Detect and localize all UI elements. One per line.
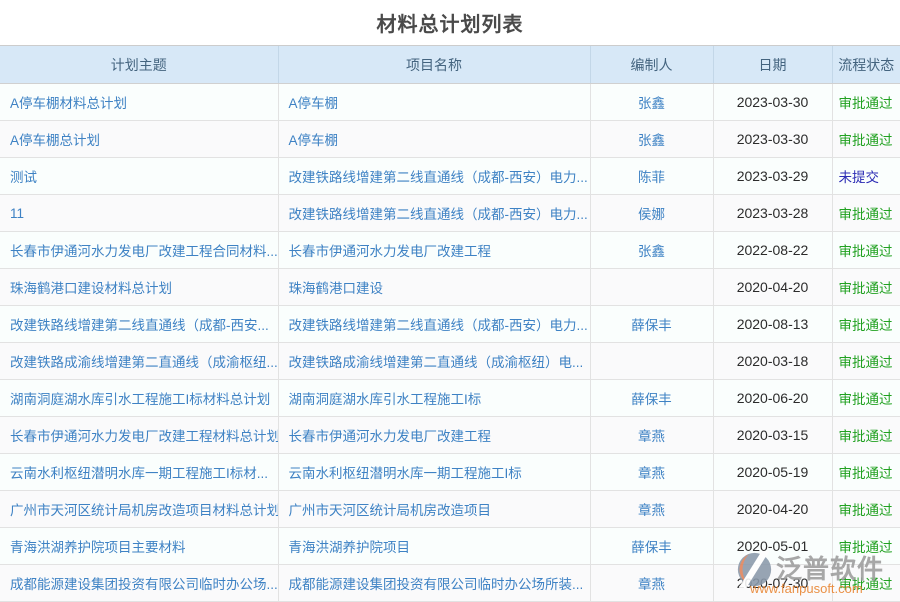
date-value: 2020-03-18: [737, 353, 809, 369]
creator-name: 侯娜: [638, 207, 665, 222]
date-value: 2020-08-13: [737, 316, 809, 332]
plan-subject-link[interactable]: 改建铁路线增建第二线直通线（成都-西安...: [10, 318, 269, 333]
project-name-link[interactable]: 成都能源建设集团投资有限公司临时办公场所装...: [289, 577, 584, 592]
project-name-link[interactable]: 改建铁路线增建第二线直通线（成都-西安）电力...: [289, 318, 588, 333]
date-value: 2020-07-30: [737, 575, 809, 591]
table-row: A停车棚材料总计划 A停车棚 张鑫 2023-03-30 审批通过: [0, 84, 900, 121]
project-name-link[interactable]: 云南水利枢纽潜明水库一期工程施工I标: [289, 466, 522, 481]
project-name-link[interactable]: 改建铁路线增建第二线直通线（成都-西安）电力...: [289, 207, 588, 222]
table-row: 11 改建铁路线增建第二线直通线（成都-西安）电力... 侯娜 2023-03-28 审…: [0, 195, 900, 232]
table-row: 成都能源建设集团投资有限公司临时办公场... 成都能源建设集团投资有限公司临时办公…: [0, 565, 900, 602]
flow-status-text: 审批通过: [839, 355, 893, 370]
plan-subject-link[interactable]: 珠海鹤港口建设材料总计划: [10, 281, 172, 296]
date-value: 2022-08-22: [737, 242, 809, 258]
plan-subject-link[interactable]: 广州市天河区统计局机房改造项目材料总计划: [10, 503, 278, 518]
date-value: 2020-04-20: [737, 501, 809, 517]
flow-status-text: 未提交: [839, 170, 880, 185]
flow-status-text: 审批通过: [839, 207, 893, 222]
creator-name: 章燕: [638, 429, 665, 444]
table-row: 青海洪湖养护院项目主要材料 青海洪湖养护院项目 薛保丰 2020-05-01 审批通过: [0, 528, 900, 565]
plan-subject-link[interactable]: A停车棚总计划: [10, 133, 100, 148]
table-body: A停车棚材料总计划A停车棚张鑫2023-03-30审批通过A停车棚总计划A停车棚…: [0, 84, 900, 602]
flow-status-text: 审批通过: [839, 503, 893, 518]
creator-name: 章燕: [638, 577, 665, 592]
creator-name: 陈菲: [638, 170, 665, 185]
flow-status-text: 审批通过: [839, 577, 893, 592]
table-row: 广州市天河区统计局机房改造项目材料总计划广州市天河区统计局机房改造项目 章燕 202…: [0, 491, 900, 528]
table-row: 改建铁路成渝线增建第二直通线（成渝枢纽... 改建铁路成渝线增建第二直通线（成渝枢…: [0, 343, 900, 380]
date-value: 2020-04-20: [737, 279, 809, 295]
table-header-row: 计划主题 项目名称 编制人 日期 流程状态: [0, 46, 900, 84]
project-name-link[interactable]: 湖南洞庭湖水库引水工程施工I标: [289, 392, 482, 407]
table-row: 改建铁路线增建第二线直通线（成都-西安... 改建铁路线增建第二线直通线（成都-西…: [0, 306, 900, 343]
plan-subject-link[interactable]: A停车棚材料总计划: [10, 96, 127, 111]
project-name-link[interactable]: A停车棚: [289, 96, 339, 111]
flow-status-text: 审批通过: [839, 318, 893, 333]
page-title: 材料总计划列表: [377, 8, 524, 37]
plan-subject-link[interactable]: 青海洪湖养护院项目主要材料: [10, 540, 186, 555]
flow-status-text: 审批通过: [839, 392, 893, 407]
flow-status-text: 审批通过: [839, 429, 893, 444]
table-row: A停车棚总计划 A停车棚 张鑫 2023-03-30 审批通过: [0, 121, 900, 158]
creator-name: 薛保丰: [631, 540, 672, 555]
project-name-link[interactable]: 广州市天河区统计局机房改造项目: [289, 503, 492, 518]
column-header-creator: 编制人: [590, 46, 713, 84]
project-name-link[interactable]: 青海洪湖养护院项目: [289, 540, 411, 555]
date-value: 2023-03-30: [737, 94, 809, 110]
plan-subject-link[interactable]: 湖南洞庭湖水库引水工程施工I标材料总计划: [10, 392, 270, 407]
column-header-plan-subject: 计划主题: [0, 46, 278, 84]
flow-status-text: 审批通过: [839, 244, 893, 259]
plan-subject-link[interactable]: 云南水利枢纽潜明水库一期工程施工I标材...: [10, 466, 268, 481]
creator-name: 张鑫: [638, 244, 665, 259]
table-row: 云南水利枢纽潜明水库一期工程施工I标材... 云南水利枢纽潜明水库一期工程施工I标…: [0, 454, 900, 491]
project-name-link[interactable]: 改建铁路成渝线增建第二直通线（成渝枢纽）电...: [289, 355, 584, 370]
project-name-link[interactable]: 长春市伊通河水力发电厂改建工程: [289, 244, 492, 259]
flow-status-text: 审批通过: [839, 281, 893, 296]
column-header-date: 日期: [713, 46, 832, 84]
column-header-project-name: 项目名称: [278, 46, 590, 84]
page-header: 材料总计划列表: [0, 0, 900, 46]
creator-name: 章燕: [638, 503, 665, 518]
date-value: 2023-03-29: [737, 168, 809, 184]
creator-name: 张鑫: [638, 96, 665, 111]
date-value: 2020-05-01: [737, 538, 809, 554]
flow-status-text: 审批通过: [839, 466, 893, 481]
creator-name: 薛保丰: [631, 392, 672, 407]
plan-subject-link[interactable]: 长春市伊通河水力发电厂改建工程材料总计划: [10, 429, 278, 444]
date-value: 2020-05-19: [737, 464, 809, 480]
plan-subject-link[interactable]: 11: [10, 206, 24, 221]
flow-status-text: 审批通过: [839, 133, 893, 148]
plan-subject-link[interactable]: 改建铁路成渝线增建第二直通线（成渝枢纽...: [10, 355, 278, 370]
table-row: 长春市伊通河水力发电厂改建工程合同材料... 长春市伊通河水力发电厂改建工程 张鑫 2…: [0, 232, 900, 269]
flow-status-text: 审批通过: [839, 96, 893, 111]
project-name-link[interactable]: 改建铁路线增建第二线直通线（成都-西安）电力...: [289, 170, 588, 185]
flow-status-text: 审批通过: [839, 540, 893, 555]
table-row: 测试 改建铁路线增建第二线直通线（成都-西安）电力... 陈菲 2023-03-29 未…: [0, 158, 900, 195]
column-header-flow-status: 流程状态: [832, 46, 900, 84]
table-row: 长春市伊通河水力发电厂改建工程材料总计划长春市伊通河水力发电厂改建工程 章燕 202…: [0, 417, 900, 454]
date-value: 2020-06-20: [737, 390, 809, 406]
date-value: 2020-03-15: [737, 427, 809, 443]
material-plan-table: 计划主题 项目名称 编制人 日期 流程状态 A停车棚材料总计划A停车棚张鑫202…: [0, 46, 900, 602]
plan-subject-link[interactable]: 测试: [10, 170, 37, 185]
date-value: 2023-03-28: [737, 205, 809, 221]
creator-name: 章燕: [638, 466, 665, 481]
creator-name: 薛保丰: [631, 318, 672, 333]
date-value: 2023-03-30: [737, 131, 809, 147]
plan-subject-link[interactable]: 成都能源建设集团投资有限公司临时办公场...: [10, 577, 278, 592]
project-name-link[interactable]: 珠海鹤港口建设: [289, 281, 384, 296]
project-name-link[interactable]: A停车棚: [289, 133, 339, 148]
creator-name: 张鑫: [638, 133, 665, 148]
plan-subject-link[interactable]: 长春市伊通河水力发电厂改建工程合同材料...: [10, 244, 278, 259]
table-row: 珠海鹤港口建设材料总计划 珠海鹤港口建设 2020-04-20 审批通过: [0, 269, 900, 306]
project-name-link[interactable]: 长春市伊通河水力发电厂改建工程: [289, 429, 492, 444]
table-row: 湖南洞庭湖水库引水工程施工I标材料总计划 湖南洞庭湖水库引水工程施工I标 薛保丰 20…: [0, 380, 900, 417]
